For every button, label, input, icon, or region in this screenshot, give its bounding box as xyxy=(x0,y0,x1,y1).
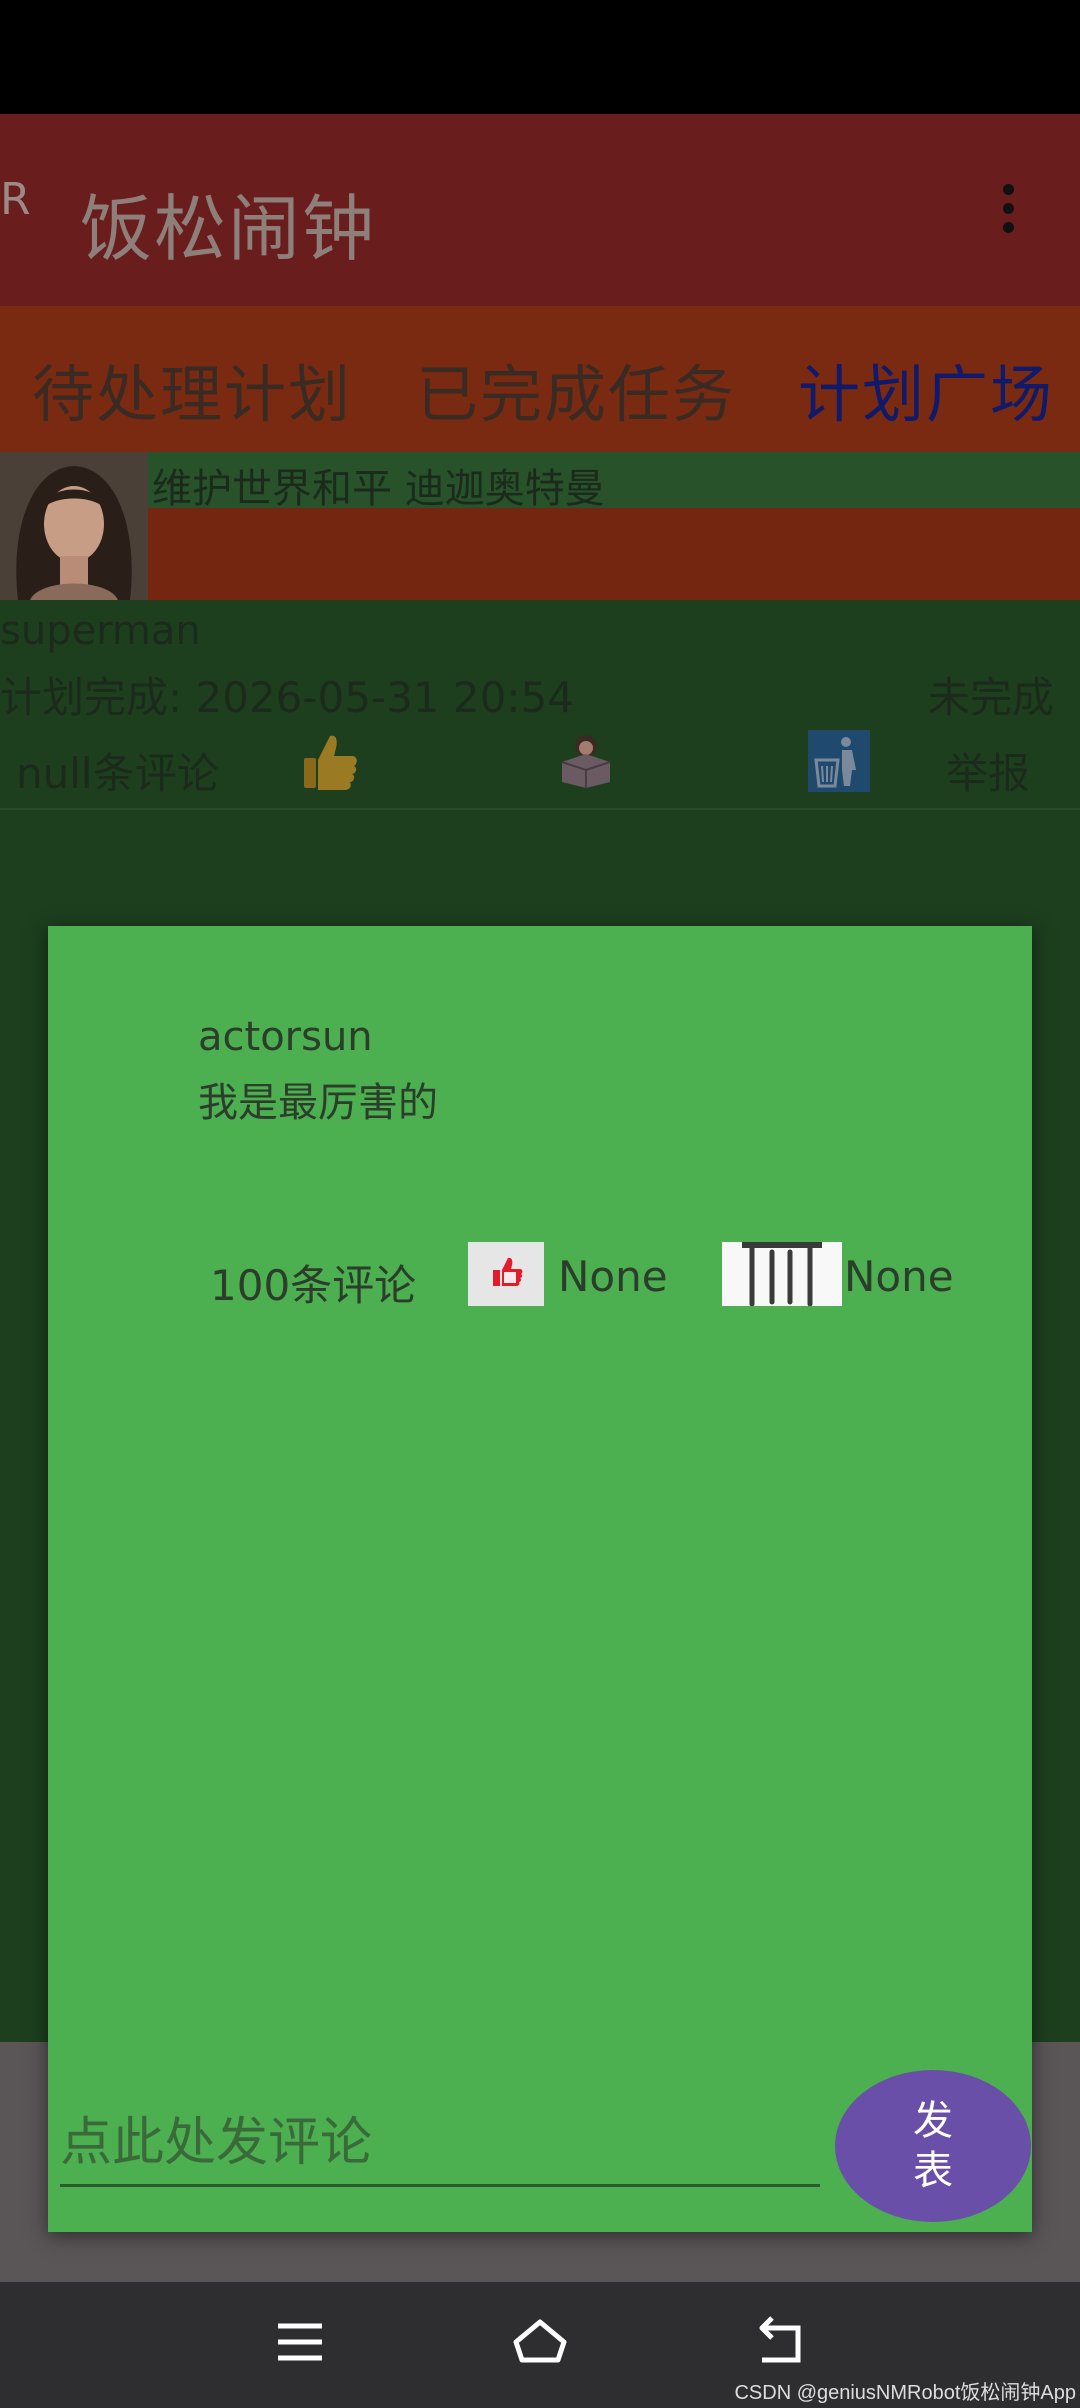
thumbs-up-icon[interactable] xyxy=(300,730,360,794)
tab-completed-tasks[interactable]: 已完成任务 xyxy=(416,344,736,434)
publish-button[interactable]: 发 表 xyxy=(835,2070,1031,2222)
comments-dialog: actorsun 我是最厉害的 100条评论 None None 发 表 xyxy=(48,926,1032,2232)
publish-label-line1: 发 xyxy=(913,2098,953,2144)
post-status: 未完成 xyxy=(927,673,1054,722)
app-title: 饭松闹钟 xyxy=(80,187,377,271)
box-girl-icon[interactable] xyxy=(556,730,616,790)
trash-bin-icon[interactable] xyxy=(808,730,870,792)
report-button[interactable]: 举报 xyxy=(946,740,1030,801)
comment-like-icon[interactable] xyxy=(468,1242,544,1306)
post-banner-bottom xyxy=(148,508,1080,600)
comment-input[interactable] xyxy=(60,2102,820,2187)
menu-icon[interactable] xyxy=(270,2312,330,2372)
post-username: superman xyxy=(0,608,201,654)
home-icon[interactable] xyxy=(510,2312,570,2372)
comment-delete-value: None xyxy=(844,1252,954,1301)
tab-bar: 待处理计划 已完成任务 计划广场 xyxy=(0,306,1080,452)
post-due-date: 计划完成: 2026-05-31 20:54 xyxy=(0,673,574,722)
comment-text: 我是最厉害的 xyxy=(198,1080,438,1126)
comment-reply-count[interactable]: 100条评论 xyxy=(210,1252,416,1313)
back-icon[interactable] xyxy=(750,2312,810,2372)
overflow-menu-icon[interactable] xyxy=(996,184,1020,244)
post-title: 维护世界和平 迪迦奥特曼 xyxy=(152,466,605,512)
tab-pending-plans[interactable]: 待处理计划 xyxy=(32,344,352,434)
comment-like-value: None xyxy=(558,1252,668,1301)
app-bar-edge-letter: R xyxy=(0,174,31,225)
comment-username: actorsun xyxy=(198,1014,373,1060)
comment-delete-icon[interactable] xyxy=(722,1242,842,1307)
avatar[interactable] xyxy=(0,452,148,600)
watermark: CSDN @geniusNMRobot饭松闹钟App xyxy=(734,2382,1076,2404)
post-divider xyxy=(0,808,1080,810)
status-bar xyxy=(0,0,1080,114)
publish-label-line2: 表 xyxy=(913,2148,953,2194)
app-bar: R 饭松闹钟 xyxy=(0,114,1080,306)
tab-plan-square[interactable]: 计划广场 xyxy=(798,344,1054,434)
post-comment-count[interactable]: null条评论 xyxy=(16,740,219,801)
